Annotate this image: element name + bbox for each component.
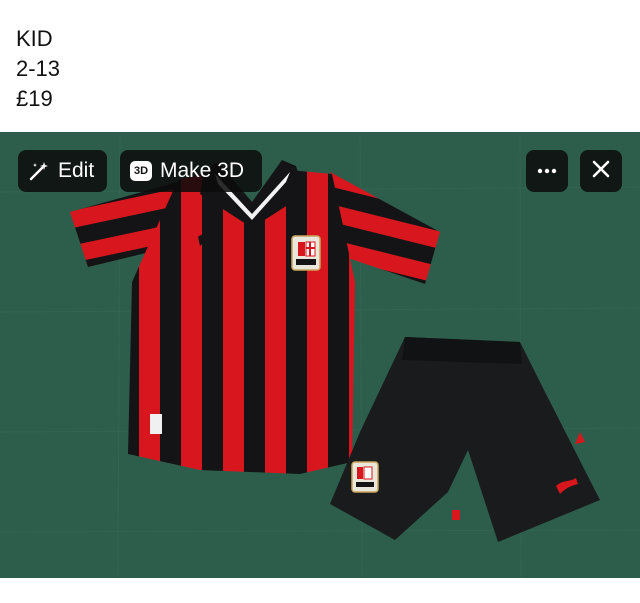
caption-line-kid: KID [16,26,53,51]
magic-wand-icon [26,158,52,184]
edit-button[interactable]: Edit [18,150,107,192]
close-button[interactable] [580,150,622,192]
caption-line-price: £19 [16,86,53,111]
product-photo[interactable] [0,132,640,578]
edit-label: Edit [58,159,95,182]
close-icon [592,160,610,183]
make-3d-button[interactable]: 3D Make 3D [120,150,262,192]
caption-line-size: 2-13 [16,56,61,81]
post-caption: KID 2-13 £19 [16,24,60,114]
make-3d-label: Make 3D [160,159,245,182]
ellipsis-icon [536,162,558,180]
more-options-button[interactable] [526,150,568,192]
3d-icon: 3D [128,158,154,184]
3d-badge: 3D [130,161,152,181]
bottom-spacer [0,578,640,603]
